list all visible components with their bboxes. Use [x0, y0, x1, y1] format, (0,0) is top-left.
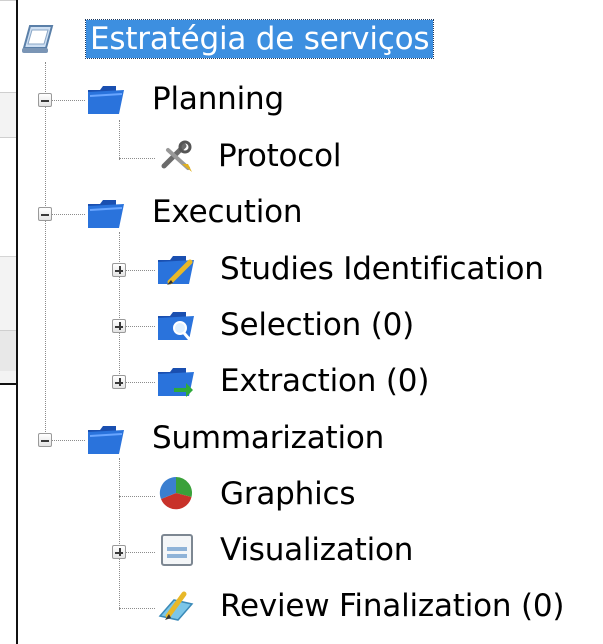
tree-item-label[interactable]: Execution	[152, 193, 303, 231]
window-icon	[161, 534, 193, 566]
folder-icon	[88, 86, 124, 114]
tree-root-label[interactable]: Estratégia de serviços	[84, 19, 435, 59]
tree-guide-line	[119, 158, 155, 159]
tree-guide-line	[119, 608, 155, 609]
tree-item-label[interactable]: Selection (0)	[220, 306, 414, 344]
review-root-icon	[22, 25, 54, 53]
tree-item-label[interactable]: Graphics	[220, 475, 355, 513]
expand-icon[interactable]	[112, 545, 126, 559]
tree-item-label[interactable]: Studies Identification	[220, 250, 544, 288]
folder-edit-icon	[158, 256, 194, 285]
folder-icon	[88, 200, 124, 228]
expand-icon[interactable]	[112, 375, 126, 389]
tree-guide-line	[45, 62, 46, 442]
folder-icon	[88, 426, 124, 454]
collapse-icon[interactable]	[38, 93, 52, 107]
folder-search-icon	[158, 312, 194, 342]
expand-icon[interactable]	[112, 263, 126, 277]
tree-guide-line	[119, 232, 120, 384]
collapse-icon[interactable]	[38, 433, 52, 447]
folder-arrow-icon	[158, 368, 194, 397]
tree-item-label[interactable]: Summarization	[152, 419, 384, 457]
background-panel	[0, 92, 16, 138]
tree-guide-line	[119, 120, 120, 160]
tree-item-label[interactable]: Planning	[152, 80, 284, 118]
tree-item-label[interactable]: Review Finalization (0)	[220, 587, 565, 625]
tree-item-label[interactable]: Visualization	[220, 531, 413, 569]
tree-guide-line	[119, 496, 155, 497]
review-tree-panel[interactable]: Estratégia de serviços Planning Protocol…	[16, 0, 603, 644]
expand-icon[interactable]	[112, 319, 126, 333]
finalize-pencil-icon	[158, 591, 194, 621]
pie-chart-icon	[159, 476, 193, 510]
tree-item-label[interactable]: Protocol	[218, 137, 342, 175]
background-panel	[0, 330, 16, 371]
tree-item-label[interactable]: Extraction (0)	[220, 362, 429, 400]
protocol-tools-icon	[161, 140, 192, 172]
collapse-icon[interactable]	[38, 207, 52, 221]
tree-guide-line	[119, 458, 120, 610]
